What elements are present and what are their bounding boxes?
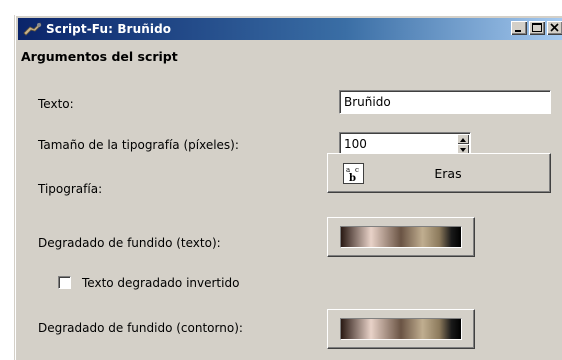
font-size-label: Tamaño de la tipografía (píxeles): bbox=[38, 138, 239, 152]
blend-text-label: Degradado de fundido (texto): bbox=[38, 236, 221, 250]
inverted-label[interactable]: Texto degradado invertido bbox=[82, 276, 239, 290]
title-bar[interactable]: Script-Fu: Bruñido bbox=[18, 18, 562, 40]
window-title: Script-Fu: Bruñido bbox=[46, 22, 172, 36]
font-name: Eras bbox=[434, 166, 462, 181]
spin-up-icon[interactable] bbox=[457, 134, 469, 144]
gimp-icon bbox=[22, 21, 44, 37]
maximize-icon[interactable] bbox=[529, 21, 545, 35]
text-input[interactable]: Bruñido bbox=[339, 90, 551, 114]
font-size-value: 100 bbox=[344, 137, 367, 151]
gradient-preview bbox=[340, 318, 462, 340]
font-select-button[interactable]: a c b Eras bbox=[327, 153, 551, 193]
section-title: Argumentos del script bbox=[21, 49, 178, 64]
minimize-icon[interactable] bbox=[511, 21, 527, 35]
blend-outline-label: Degradado de fundido (contorno): bbox=[38, 321, 243, 335]
gradient-preview bbox=[340, 226, 462, 248]
close-icon[interactable] bbox=[547, 21, 562, 35]
blend-outline-gradient-button[interactable] bbox=[327, 309, 475, 349]
blend-text-gradient-button[interactable] bbox=[327, 217, 475, 257]
inverted-checkbox[interactable] bbox=[58, 276, 71, 289]
font-label: Tipografía: bbox=[38, 182, 103, 196]
text-label: Texto: bbox=[38, 97, 74, 111]
